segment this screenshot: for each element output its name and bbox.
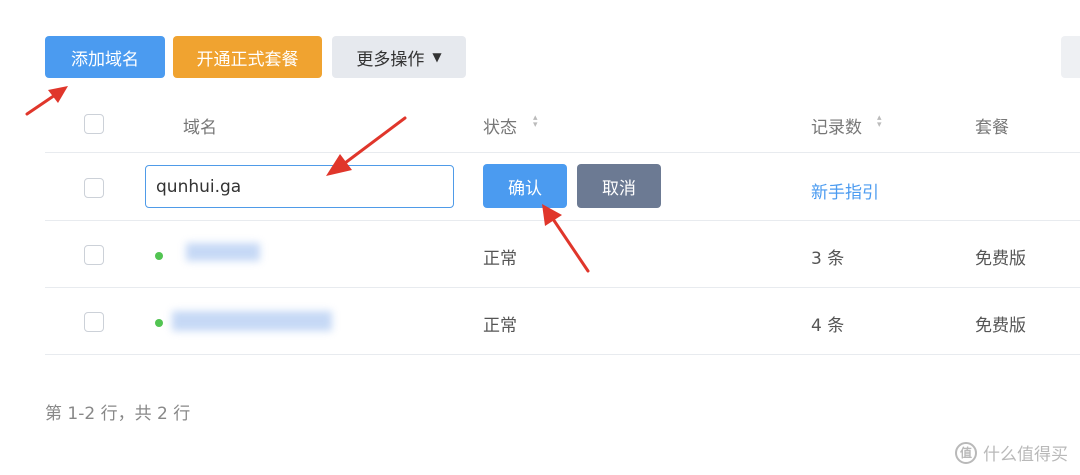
row-checkbox[interactable]: [84, 245, 104, 265]
status-dot-icon: [155, 252, 163, 260]
status-text: 正常: [483, 249, 517, 269]
record-count: 3 条: [811, 249, 845, 269]
divider: [45, 287, 1080, 288]
divider: [45, 220, 1080, 221]
column-header-records[interactable]: 记录数: [811, 113, 862, 138]
more-actions-button[interactable]: 更多操作 ▼: [332, 36, 466, 78]
divider: [45, 152, 1080, 153]
guide-link[interactable]: 新手指引: [811, 178, 879, 203]
status-dot-icon: [155, 319, 163, 327]
more-actions-label: 更多操作: [356, 49, 425, 70]
divider: [45, 354, 1080, 355]
status-text: 正常: [483, 316, 517, 336]
sort-status-icon[interactable]: ▴ ▾: [533, 114, 538, 130]
row-checkbox[interactable]: [84, 178, 104, 198]
redacted-domain[interactable]: [186, 243, 260, 261]
watermark: 值 什么值得买: [955, 440, 1068, 465]
column-header-status[interactable]: 状态: [483, 113, 517, 138]
sort-records-icon[interactable]: ▴ ▾: [877, 114, 882, 130]
caret-down-icon: ▼: [432, 50, 442, 64]
confirm-button[interactable]: 确认: [483, 164, 567, 208]
cancel-button[interactable]: 取消: [577, 164, 661, 208]
annotation-arrow-icon: [25, 86, 68, 116]
select-all-checkbox[interactable]: [84, 114, 104, 134]
row-checkbox[interactable]: [84, 312, 104, 332]
watermark-text: 什么值得买: [983, 445, 1068, 465]
plan-name: 免费版: [975, 249, 1026, 269]
domain-input[interactable]: [145, 165, 454, 208]
plan-name: 免费版: [975, 316, 1026, 336]
record-count: 4 条: [811, 316, 845, 336]
add-domain-button[interactable]: 添加域名: [45, 36, 165, 78]
upgrade-plan-button[interactable]: 开通正式套餐: [173, 36, 322, 78]
toolbar-right-button[interactable]: [1061, 36, 1080, 78]
column-header-plan: 套餐: [975, 118, 1009, 138]
redacted-domain[interactable]: [172, 311, 332, 331]
column-header-domain: 域名: [183, 118, 217, 138]
pagination-summary: 第 1-2 行，共 2 行: [45, 404, 191, 424]
watermark-logo-icon: 值: [955, 441, 977, 464]
annotation-arrow-icon: [542, 204, 590, 273]
